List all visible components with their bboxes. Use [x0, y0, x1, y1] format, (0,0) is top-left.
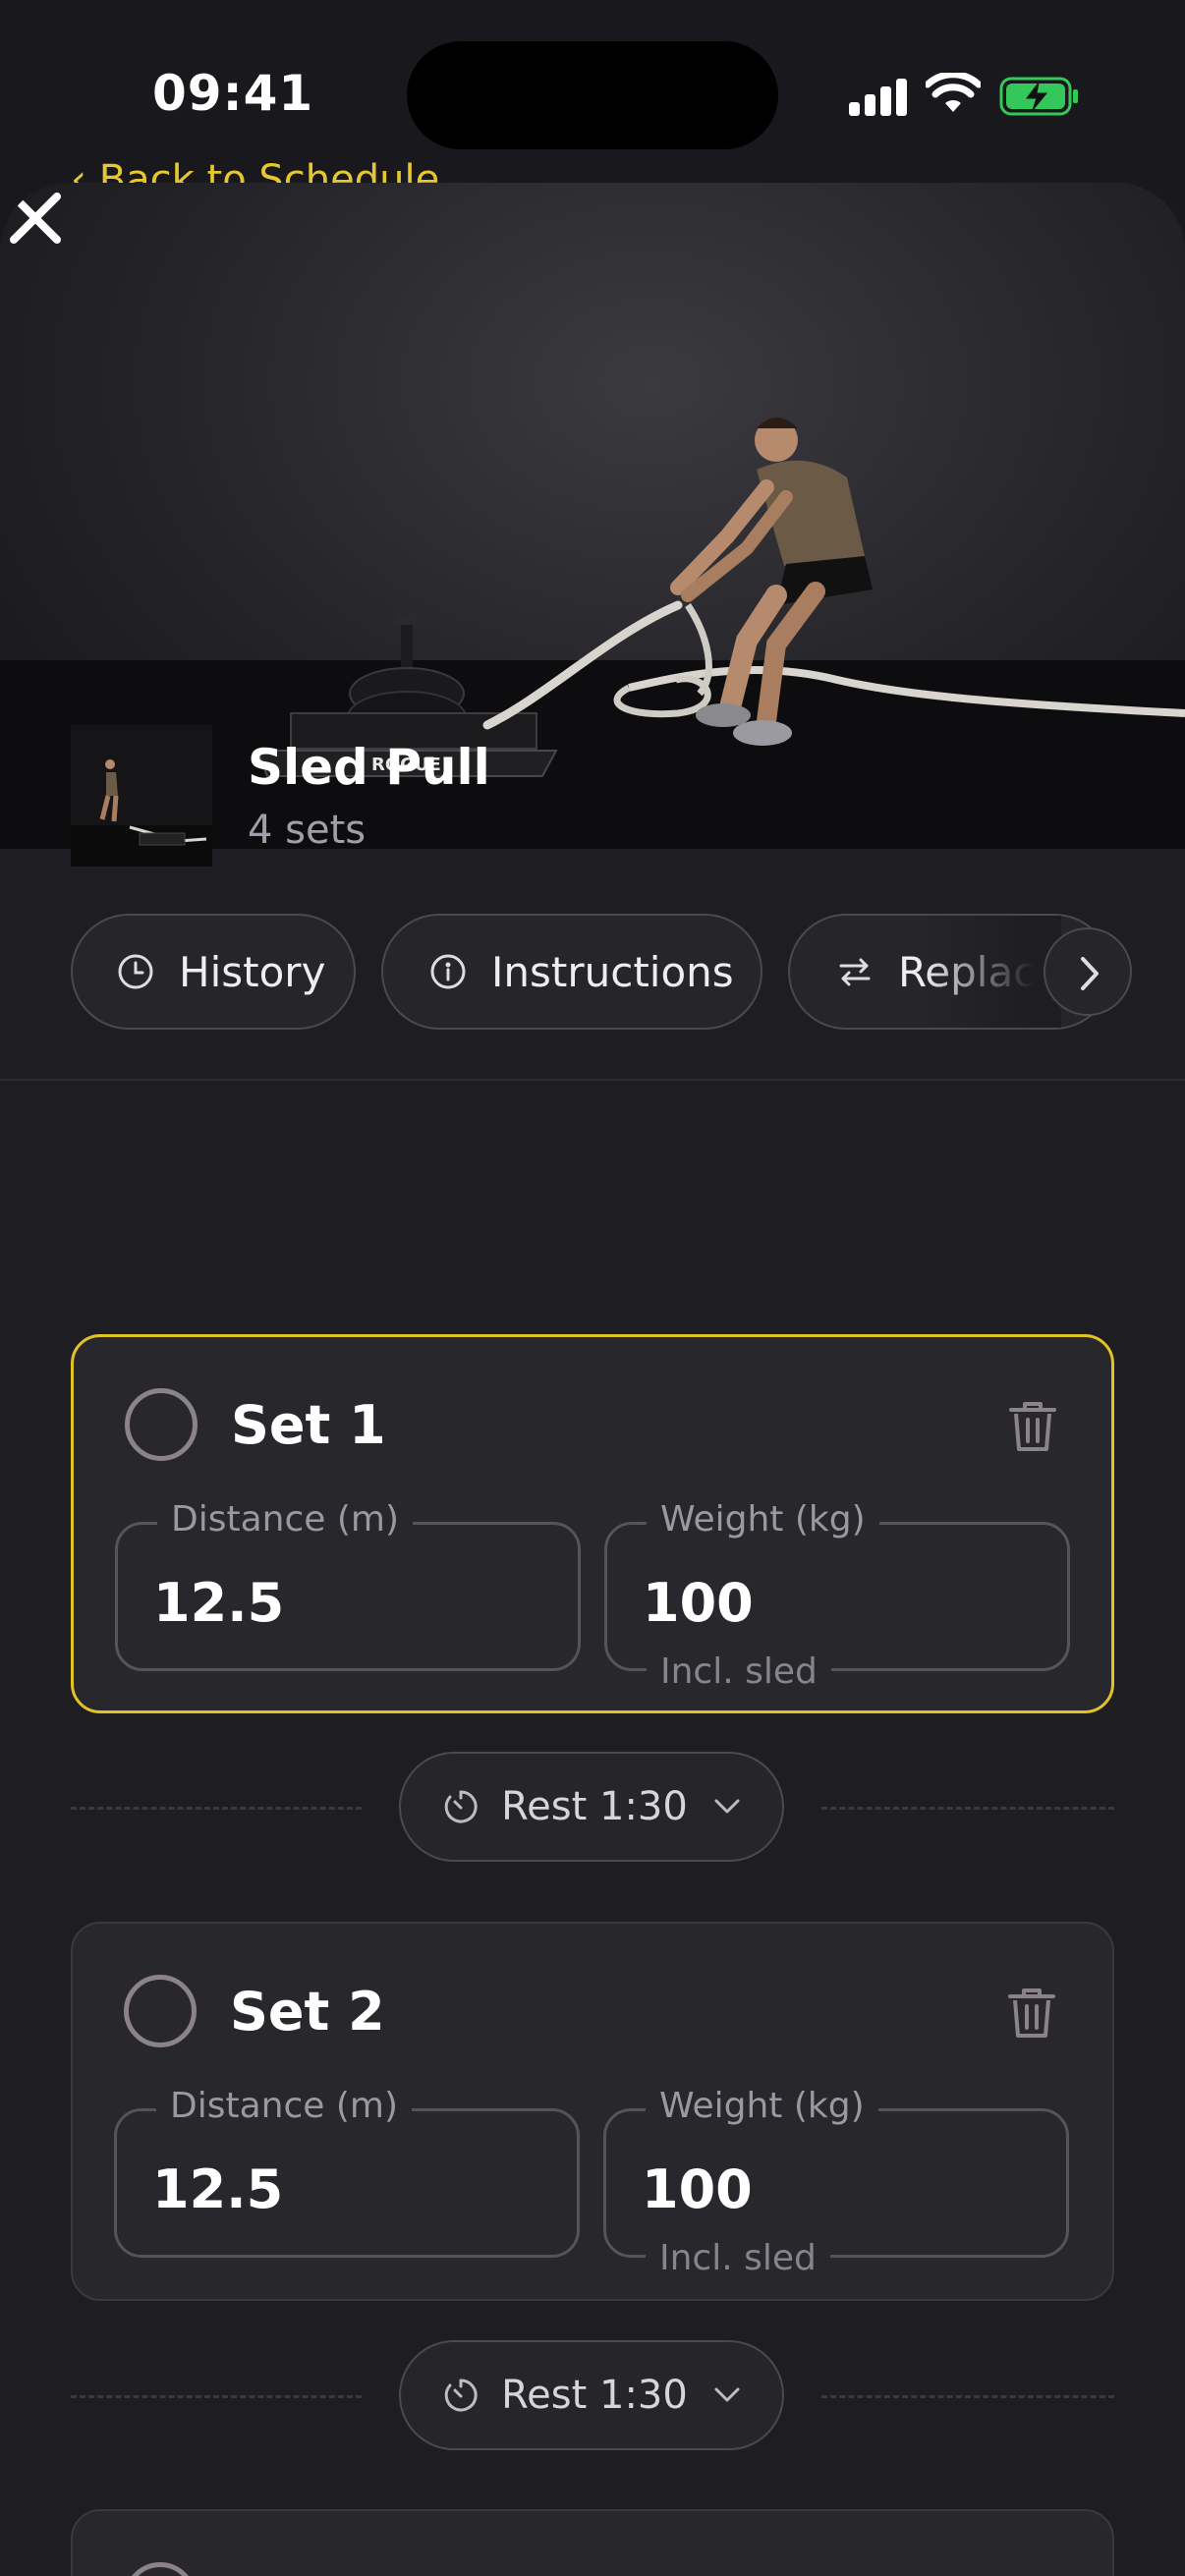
exercise-title: Sled Pull: [248, 739, 490, 796]
rest-timer-button[interactable]: Rest 1:30: [399, 2340, 784, 2450]
weight-field[interactable]: Weight (kg) 100 Incl. sled: [603, 2086, 1069, 2278]
weight-field[interactable]: Weight (kg) 100 Incl. sled: [604, 1499, 1070, 1692]
rest-timer-label: Rest 1:30: [501, 2373, 688, 2418]
chip-scroll-next-button[interactable]: [1044, 927, 1132, 1016]
wifi-icon: [926, 73, 981, 112]
instructions-chip-label: Instructions: [491, 947, 734, 996]
battery-charging-icon: [999, 77, 1078, 116]
section-divider: [0, 1079, 1185, 1081]
screen: 09:41 ‹ Back to Schedule ROGUE Sled Pull…: [0, 0, 1185, 2576]
distance-field[interactable]: Distance (m) 12.5: [114, 2086, 580, 2258]
weight-field-label: Weight (kg): [647, 1499, 879, 1540]
set-complete-checkbox[interactable]: [125, 1388, 198, 1461]
timer-icon: [444, 2379, 478, 2412]
rest-timer-label: Rest 1:30: [501, 1784, 688, 1829]
distance-field-label: Distance (m): [157, 1499, 414, 1540]
distance-field-value[interactable]: 12.5: [153, 1572, 284, 1634]
rest-divider-left: [71, 2395, 362, 2398]
rest-timer-button[interactable]: Rest 1:30: [399, 1752, 784, 1862]
trash-icon[interactable]: [1006, 1985, 1057, 2040]
info-icon: [430, 954, 466, 989]
chevron-right-icon: [1081, 957, 1099, 990]
rest-divider-right: [821, 2395, 1114, 2398]
chevron-down-icon: [714, 2387, 740, 2402]
set-complete-checkbox[interactable]: [124, 2562, 197, 2576]
chevron-down-icon: [714, 1799, 740, 1814]
rest-divider-left: [71, 1807, 362, 1810]
set-label: Set 1: [231, 1394, 386, 1456]
weight-field-note: Incl. sled: [647, 1652, 831, 1692]
trash-icon[interactable]: [1007, 1398, 1058, 1453]
exercise-set-count: 4 sets: [248, 808, 367, 853]
instructions-chip[interactable]: Instructions: [381, 914, 762, 1030]
distance-field-value[interactable]: 12.5: [152, 2158, 283, 2220]
exercise-thumbnail: [71, 725, 212, 867]
distance-field[interactable]: Distance (m) 12.5: [115, 1499, 581, 1671]
rest-divider-right: [821, 1807, 1114, 1810]
history-chip[interactable]: History: [71, 914, 356, 1030]
chip-scroll-fade: [924, 916, 1061, 1028]
weight-field-note: Incl. sled: [646, 2238, 830, 2278]
clock-icon: [118, 954, 153, 989]
timer-icon: [444, 1790, 478, 1823]
set-card-2[interactable]: Set 2 Distance (m) 12.5 Weight (kg) 100 …: [71, 1922, 1114, 2301]
close-icon[interactable]: [0, 183, 71, 253]
weight-field-value[interactable]: 100: [643, 1572, 754, 1634]
history-chip-label: History: [179, 947, 326, 996]
set-label: Set 2: [230, 1981, 385, 2043]
set-card-3[interactable]: [71, 2509, 1114, 2576]
weight-field-label: Weight (kg): [646, 2086, 878, 2126]
swap-icon: [839, 958, 871, 986]
weight-field-value[interactable]: 100: [642, 2158, 753, 2220]
cellular-signal-icon: [849, 79, 908, 116]
set-complete-checkbox[interactable]: [124, 1975, 197, 2047]
set-card-1[interactable]: Set 1 Distance (m) 12.5 Weight (kg) 100 …: [71, 1334, 1114, 1713]
distance-field-label: Distance (m): [156, 2086, 413, 2126]
dynamic-island: [407, 41, 778, 149]
status-time: 09:41: [152, 65, 314, 122]
